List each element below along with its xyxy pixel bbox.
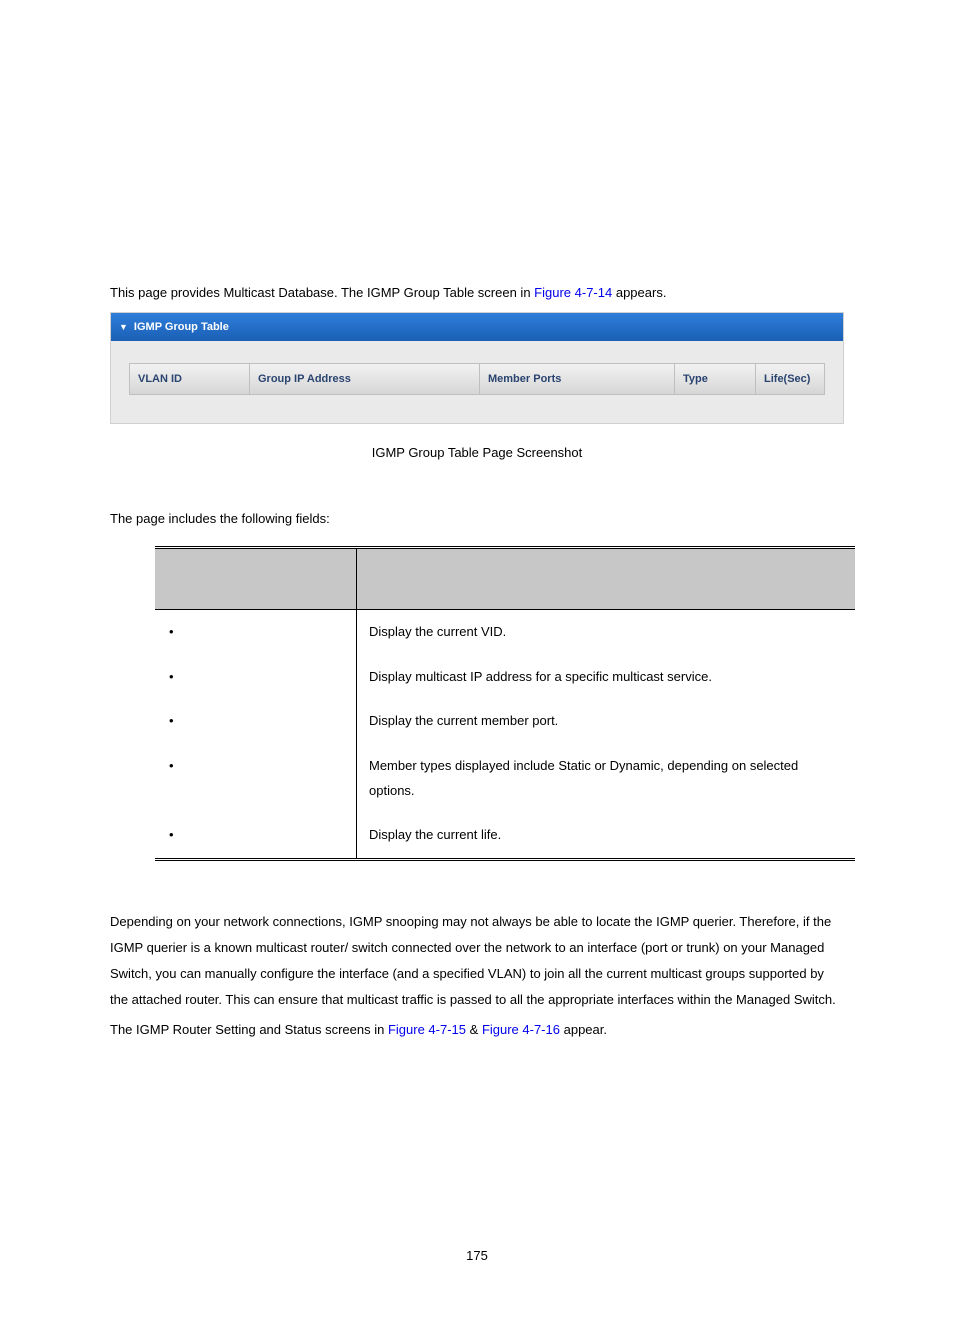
figure-link-4-7-15[interactable]: Figure 4-7-15 [388,1022,466,1037]
table-row: • Display the current member port. [155,699,855,744]
col-header-ip: Group IP Address [250,364,480,394]
field-desc: Display multicast IP address for a speci… [357,655,856,700]
panel-body: VLAN ID Group IP Address Member Ports Ty… [111,341,843,423]
col-header-member: Member Ports [480,364,675,394]
table-header-row: VLAN ID Group IP Address Member Ports Ty… [129,363,825,395]
para2-prefix: The IGMP Router Setting and Status scree… [110,1022,388,1037]
fields-table: • Display the current VID. • Display mul… [155,546,855,861]
fields-header-object [155,548,357,610]
panel-header: ▼ IGMP Group Table [111,313,843,341]
col-header-life: Life(Sec) [756,364,824,394]
figure-link-4-7-14[interactable]: Figure 4-7-14 [534,285,612,300]
field-bullet: • [155,655,357,700]
fields-header-desc [357,548,856,610]
field-desc: Display the current life. [357,813,856,859]
field-bullet: • [155,610,357,655]
para2-mid: & [470,1022,482,1037]
fields-header-row [155,548,855,610]
chevron-down-icon: ▼ [119,323,128,332]
router-paragraph: Depending on your network connections, I… [110,909,844,1013]
table-row: • Display the current life. [155,813,855,859]
para2-suffix: appear. [564,1022,607,1037]
panel-title: IGMP Group Table [134,316,229,338]
table-row: • Display the current VID. [155,610,855,655]
intro-paragraph: This page provides Multicast Database. T… [110,280,844,306]
col-header-type: Type [675,364,756,394]
figure-link-4-7-16[interactable]: Figure 4-7-16 [482,1022,560,1037]
field-bullet: • [155,699,357,744]
table-row: • Display multicast IP address for a spe… [155,655,855,700]
intro-prefix: This page provides Multicast Database. T… [110,285,534,300]
field-bullet: • [155,813,357,859]
router-figures-paragraph: The IGMP Router Setting and Status scree… [110,1017,844,1043]
screenshot-caption: IGMP Group Table Page Screenshot [110,440,844,466]
fields-intro: The page includes the following fields: [110,506,844,532]
field-desc: Member types displayed include Static or… [357,744,856,813]
intro-suffix: appears. [616,285,667,300]
field-bullet: • [155,744,357,813]
field-desc: Display the current VID. [357,610,856,655]
page-number: 175 [110,1243,844,1269]
col-header-vlan: VLAN ID [130,364,250,394]
field-desc: Display the current member port. [357,699,856,744]
table-row: • Member types displayed include Static … [155,744,855,813]
screenshot-panel: ▼ IGMP Group Table VLAN ID Group IP Addr… [110,312,844,424]
